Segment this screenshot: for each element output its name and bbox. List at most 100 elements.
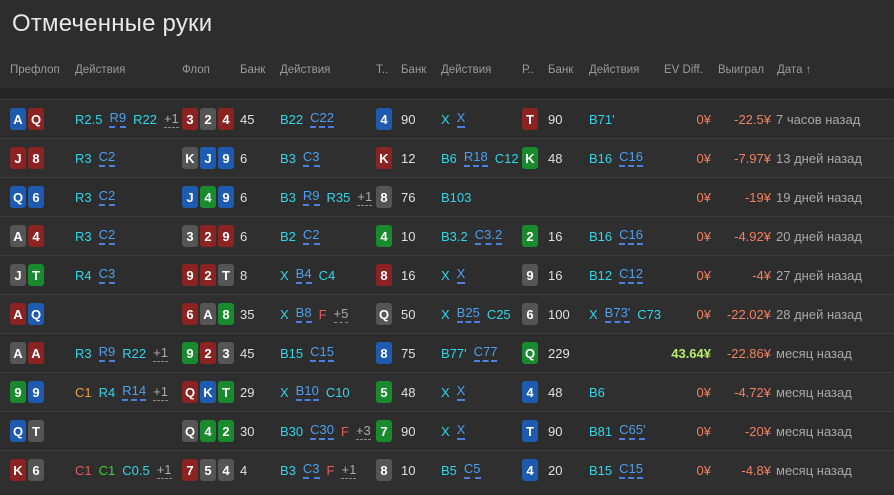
preflop-actions: C1 R4 R14 +1 — [75, 373, 175, 411]
col-turn-actions[interactable]: Действия — [441, 64, 491, 76]
more-actions-link[interactable]: +1 — [153, 384, 168, 401]
board-card: 8 — [376, 342, 392, 364]
board-card: 4 — [522, 459, 538, 481]
more-actions-link[interactable]: +1 — [357, 189, 373, 206]
ev-diff: 0¥ — [655, 451, 711, 489]
more-actions-link[interactable]: +1 — [153, 345, 168, 362]
action-label: B6 — [589, 384, 605, 400]
action-label: F — [326, 462, 335, 478]
bank-value: 10 — [401, 462, 416, 478]
board-card: T — [522, 108, 538, 130]
col-flop[interactable]: Флоп — [182, 64, 210, 76]
won: -4.92¥ — [710, 217, 771, 255]
table-header: Префлоп Действия Флоп Банк Действия Т.. … — [0, 56, 894, 88]
date-value: 27 дней назад — [776, 267, 862, 283]
hole-cards: AQ — [10, 295, 46, 333]
date-value: 19 дней назад — [776, 189, 862, 205]
bank-value: 6 — [240, 189, 248, 205]
hole-card: 4 — [28, 225, 44, 247]
col-bank-flop[interactable]: Банк — [240, 64, 265, 76]
table-row[interactable]: A Q R2.5 R9 R22 +1 3 2 4 45 B22 C22 4 90 X X T 90 B71' 0¥ -2… — [0, 99, 894, 138]
flop-cards: 6A8 — [182, 295, 236, 333]
board-card: 9 — [218, 147, 234, 169]
bank-flop: 45 — [240, 334, 254, 372]
preflop-actions: R3 C2 — [75, 178, 122, 216]
more-actions-link[interactable]: +3 — [355, 423, 371, 440]
table-row[interactable]: J 8 R3 C2 K J 9 6 B3 C3 K 12 B6 R18 C12 K 48 B16 C16 0¥ -7.9… — [0, 138, 894, 177]
more-actions-link[interactable]: +5 — [333, 306, 349, 323]
flop-cards: 324 — [182, 100, 236, 138]
ev-diff: 43.64¥ — [655, 334, 711, 372]
won-value: -4.92¥ — [734, 228, 771, 244]
ev-value: 0¥ — [696, 189, 711, 205]
board-card: 4 — [522, 381, 538, 403]
col-ev-diff[interactable]: EV Diff. — [664, 64, 703, 76]
ev-value: 0¥ — [696, 228, 711, 244]
hole-card: A — [10, 225, 26, 247]
col-flop-actions[interactable]: Действия — [280, 64, 330, 76]
col-won[interactable]: Выиграл — [718, 64, 764, 76]
board-card: 8 — [376, 186, 392, 208]
date: месяц назад — [776, 373, 852, 411]
flop-actions: X B4 C4 — [280, 256, 342, 294]
turn-actions: B77' C77 — [441, 334, 504, 372]
action-label: C2 — [98, 227, 116, 245]
board-card: T — [218, 264, 234, 286]
hole-cards: K6 — [10, 451, 46, 489]
action-label: C22 — [310, 110, 334, 128]
date-value: месяц назад — [776, 423, 852, 439]
date: месяц назад — [776, 451, 852, 489]
turn-card: 7 — [376, 412, 394, 450]
table-row[interactable]: A A R3 R9 R22 +1 9 2 3 45 B15 C15 8 75 B77' C77 Q 229 43.6… — [0, 333, 894, 372]
col-bank-river[interactable]: Банк — [548, 64, 573, 76]
preflop-actions: R4 C3 — [75, 256, 122, 294]
action-label: X — [441, 111, 450, 127]
col-date[interactable]: Дата ↑ — [777, 64, 811, 76]
bank-turn: 90 — [401, 412, 415, 450]
table-row[interactable]: J T R4 C3 9 2 T 8 X B4 C4 8 16 X X 9 16 B12 C12 0¥ -4¥ 27 дне… — [0, 255, 894, 294]
won-value: -22.5¥ — [734, 111, 771, 127]
flop-actions: B2 C2 — [280, 217, 327, 255]
action-label: B22 — [280, 111, 304, 127]
river-actions: B16 C16 — [589, 217, 650, 255]
action-label: B103 — [441, 189, 472, 205]
table-row[interactable]: A 4 R3 C2 3 2 9 6 B2 C2 4 10 B3.2 C3.2 2 16 B16 C16 0¥ -4.9… — [0, 216, 894, 255]
date: месяц назад — [776, 334, 852, 372]
more-actions-link[interactable]: +1 — [163, 111, 179, 128]
bank-flop: 45 — [240, 100, 254, 138]
table-row[interactable]: K 6 C1 C1 C0.5 +1 7 5 4 4 B3 C3 F +1 8 10 B5 C5 4 20 B15 C15 0… — [0, 450, 894, 489]
bank-value: 48 — [548, 384, 563, 400]
won: -4.72¥ — [710, 373, 771, 411]
action-label: R4 — [98, 384, 116, 400]
hole-card: 6 — [28, 186, 44, 208]
table-row[interactable]: Q 6 R3 C2 J 4 9 6 B3 R9 R35 +1 8 76 B103 0¥ -19¥ 19 дней … — [0, 177, 894, 216]
bank-value: 90 — [401, 423, 416, 439]
board-card: 3 — [182, 108, 198, 130]
col-river[interactable]: Р.. — [522, 64, 534, 76]
board-card: 5 — [376, 381, 392, 403]
board-card: Q — [522, 342, 538, 364]
turn-actions: B3.2 C3.2 — [441, 217, 509, 255]
table-row[interactable]: A Q 6 A 8 35 X B8 F +5 Q 50 X B25 C25 6 100 X B73' C73 0¥ -22… — [0, 294, 894, 333]
ev-diff: 0¥ — [655, 412, 711, 450]
table-row[interactable]: Q T Q 4 2 30 B30 C30 F +3 7 90 X X T 90 B81 C65' 0¥ -20¥ мес… — [0, 411, 894, 450]
bank-flop: 6 — [240, 178, 247, 216]
bank-value: 12 — [401, 150, 416, 166]
more-actions-link[interactable]: +1 — [341, 462, 357, 479]
board-card: 7 — [182, 459, 198, 481]
bank-value: 4 — [240, 462, 248, 478]
more-actions-link[interactable]: +1 — [156, 462, 172, 479]
board-card: 2 — [200, 108, 216, 130]
bank-flop: 29 — [240, 373, 254, 411]
col-river-actions[interactable]: Действия — [589, 64, 639, 76]
bank-turn: 48 — [401, 373, 415, 411]
col-preflop-actions[interactable]: Действия — [75, 64, 125, 76]
hole-cards: JT — [10, 256, 46, 294]
col-bank-turn[interactable]: Банк — [401, 64, 426, 76]
table-row[interactable]: 9 9 C1 R4 R14 +1 Q K T 29 X B10 C10 5 48 X X 4 48 B6 0¥ -4.72… — [0, 372, 894, 411]
won-value: -4¥ — [752, 267, 771, 283]
col-preflop[interactable]: Префлоп — [10, 64, 60, 76]
board-card: 4 — [218, 459, 234, 481]
river-actions: B12 C12 — [589, 256, 650, 294]
col-turn[interactable]: Т.. — [376, 64, 388, 76]
